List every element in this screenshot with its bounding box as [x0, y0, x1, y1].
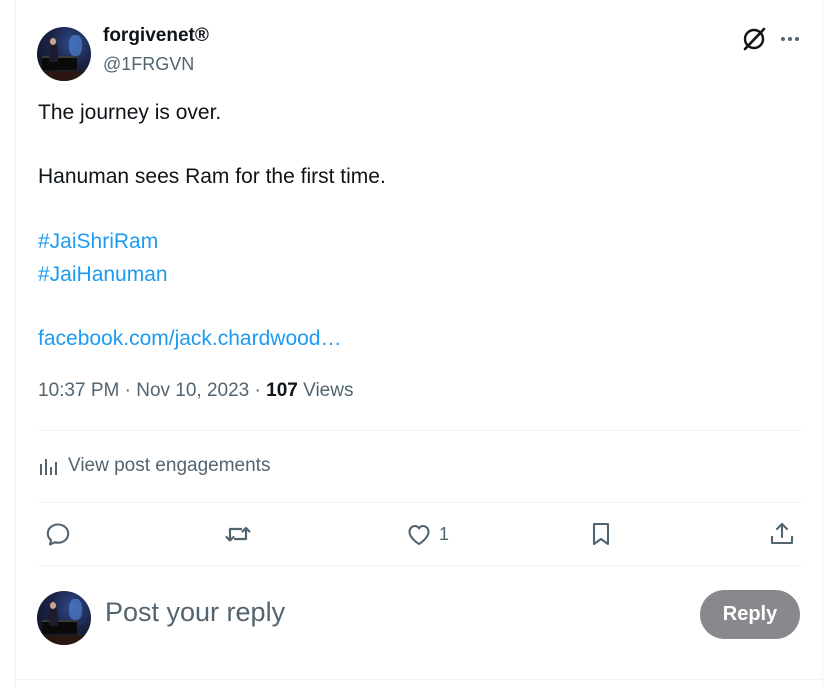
- meta-separator: ·: [119, 380, 137, 401]
- divider: [37, 565, 801, 566]
- tweet-text-line-1: The journey is over.: [38, 101, 222, 124]
- reply-input[interactable]: Post your reply: [105, 597, 285, 628]
- meta-separator: ·: [249, 380, 267, 401]
- reply-button[interactable]: [44, 518, 72, 550]
- author-display-name[interactable]: forgivenet®: [103, 25, 209, 47]
- view-engagements-link[interactable]: View post engagements: [38, 452, 270, 480]
- hashtag-link[interactable]: #JaiHanuman: [38, 263, 168, 287]
- hashtag-link[interactable]: #JaiShriRam: [38, 230, 158, 254]
- reply-submit-button[interactable]: Reply: [700, 590, 800, 639]
- divider: [15, 679, 823, 680]
- current-user-avatar[interactable]: [37, 591, 91, 645]
- tweet-time[interactable]: 10:37 PM: [38, 380, 119, 401]
- external-link[interactable]: facebook.com/jack.chardwood…: [38, 327, 342, 351]
- bookmark-button[interactable]: [587, 518, 615, 550]
- tweet-date[interactable]: Nov 10, 2023: [136, 380, 249, 401]
- view-engagements-label: View post engagements: [68, 455, 271, 476]
- more-icon[interactable]: [778, 25, 802, 53]
- tweet-meta: 10:37 PM · Nov 10, 2023 · 107 Views: [38, 380, 353, 402]
- divider: [37, 502, 801, 503]
- share-button[interactable]: [768, 518, 796, 550]
- repost-icon: [225, 526, 251, 542]
- like-button[interactable]: 1: [405, 518, 449, 550]
- bookmark-icon: [592, 522, 610, 546]
- share-icon: [770, 522, 794, 545]
- author-avatar[interactable]: [37, 27, 91, 81]
- views-count: 107: [266, 380, 298, 401]
- views-label: Views: [297, 380, 354, 401]
- author-handle[interactable]: @1FRGVN: [103, 54, 194, 75]
- repost-button[interactable]: [224, 518, 252, 550]
- reply-icon: [46, 523, 70, 546]
- tweet-text-line-2: Hanuman sees Ram for the first time.: [38, 165, 386, 188]
- divider: [37, 430, 801, 431]
- grok-icon[interactable]: [740, 25, 768, 53]
- heart-icon: [408, 524, 430, 546]
- bar-chart-icon: [40, 459, 57, 475]
- like-count: 1: [439, 523, 450, 544]
